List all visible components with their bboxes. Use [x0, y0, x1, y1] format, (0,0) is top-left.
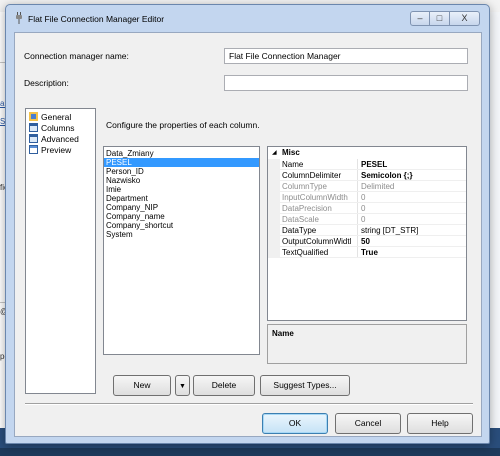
column-list-item[interactable]: Nazwisko	[104, 176, 259, 185]
advanced-icon	[29, 134, 38, 143]
column-list-item[interactable]: System	[104, 230, 259, 239]
column-list-item-selected[interactable]: PESEL	[104, 158, 259, 167]
property-row-name[interactable]: Name PESEL	[268, 159, 466, 170]
nav-item-label: General	[41, 112, 72, 122]
connection-manager-name-input[interactable]: Flat File Connection Manager	[224, 48, 468, 64]
property-row-gutter	[268, 225, 280, 236]
instruction-text: Configure the properties of each column.	[106, 120, 260, 130]
property-row-gutter	[268, 181, 280, 192]
dialog-title: Flat File Connection Manager Editor	[28, 14, 165, 24]
column-list-item[interactable]: Company_name	[104, 212, 259, 221]
columns-icon	[29, 123, 38, 132]
property-row-data-type[interactable]: DataType string [DT_STR]	[268, 225, 466, 236]
page-navigation-list: General Columns Advanced Preview	[25, 108, 96, 394]
nav-item-advanced[interactable]: Advanced	[29, 134, 79, 145]
maximize-icon: □	[436, 13, 443, 23]
delete-column-button[interactable]: Delete	[193, 375, 255, 396]
flat-file-connection-manager-editor-dialog: Flat File Connection Manager Editor – □ …	[5, 4, 490, 444]
background-taskbar-strip	[0, 448, 500, 456]
collapse-triangle-icon[interactable]: ◢	[272, 148, 277, 158]
property-row-gutter	[268, 192, 280, 203]
help-button[interactable]: Help	[407, 413, 473, 434]
property-row-gutter	[268, 236, 280, 247]
close-icon: X	[461, 13, 468, 23]
description-label: Description:	[24, 78, 69, 88]
column-list-item[interactable]: Department	[104, 194, 259, 203]
cancel-button[interactable]: Cancel	[335, 413, 401, 434]
nav-item-columns[interactable]: Columns	[29, 123, 75, 134]
property-category-label: Misc	[282, 148, 300, 157]
new-column-button[interactable]: New	[113, 375, 171, 396]
property-row-column-type[interactable]: ColumnType Delimited	[268, 181, 466, 192]
column-list-item[interactable]: Data_Zmiany	[104, 149, 259, 158]
column-list-item[interactable]: Company_shortcut	[104, 221, 259, 230]
property-row-gutter	[268, 203, 280, 214]
description-input[interactable]	[224, 75, 468, 91]
nav-item-preview[interactable]: Preview	[29, 145, 71, 156]
column-list-item[interactable]: Person_ID	[104, 167, 259, 176]
property-row-divider	[280, 257, 466, 258]
connection-plug-icon	[16, 12, 22, 24]
suggest-types-button[interactable]: Suggest Types...	[260, 375, 350, 396]
property-row-gutter	[268, 247, 280, 258]
chevron-down-icon: ▼	[179, 383, 186, 390]
property-row-gutter	[268, 159, 280, 170]
property-row-gutter	[268, 214, 280, 225]
property-category-misc[interactable]: ◢ Misc	[268, 148, 466, 158]
column-list[interactable]: Data_Zmiany PESEL Person_ID Nazwisko Imi…	[103, 146, 260, 355]
minimize-button[interactable]: –	[410, 11, 430, 26]
property-row-input-column-width[interactable]: InputColumnWidth 0	[268, 192, 466, 203]
column-list-item[interactable]: Imie	[104, 185, 259, 194]
property-description-panel: Name	[267, 324, 467, 364]
new-column-dropdown-button[interactable]: ▼	[175, 375, 190, 396]
nav-item-label: Columns	[41, 123, 75, 133]
dialog-client-area: Connection manager name: Flat File Conne…	[14, 32, 482, 437]
maximize-button[interactable]: □	[430, 11, 450, 26]
minimize-icon: –	[417, 13, 423, 23]
dialog-separator	[25, 403, 473, 405]
nav-item-general[interactable]: General	[29, 112, 71, 123]
nav-item-label: Advanced	[41, 134, 79, 144]
property-row-data-scale[interactable]: DataScale 0	[268, 214, 466, 225]
property-row-column-delimiter[interactable]: ColumnDelimiter Semicolon {;}	[268, 170, 466, 181]
nav-item-label: Preview	[41, 145, 72, 155]
connection-manager-name-label: Connection manager name:	[24, 51, 129, 61]
preview-icon	[29, 145, 38, 154]
property-row-text-qualified[interactable]: TextQualified True	[268, 247, 466, 258]
property-row-output-column-width[interactable]: OutputColumnWidtl 50	[268, 236, 466, 247]
column-property-grid: ◢ Misc Name PESEL ColumnDelimiter Semico…	[267, 146, 467, 321]
property-description-title: Name	[272, 329, 294, 338]
title-bar[interactable]: Flat File Connection Manager Editor – □ …	[6, 5, 489, 32]
property-row-data-precision[interactable]: DataPrecision 0	[268, 203, 466, 214]
property-row-gutter	[268, 170, 280, 181]
ok-button[interactable]: OK	[262, 413, 328, 434]
general-icon	[29, 112, 38, 121]
close-button[interactable]: X	[450, 11, 480, 26]
column-list-item[interactable]: Company_NIP	[104, 203, 259, 212]
